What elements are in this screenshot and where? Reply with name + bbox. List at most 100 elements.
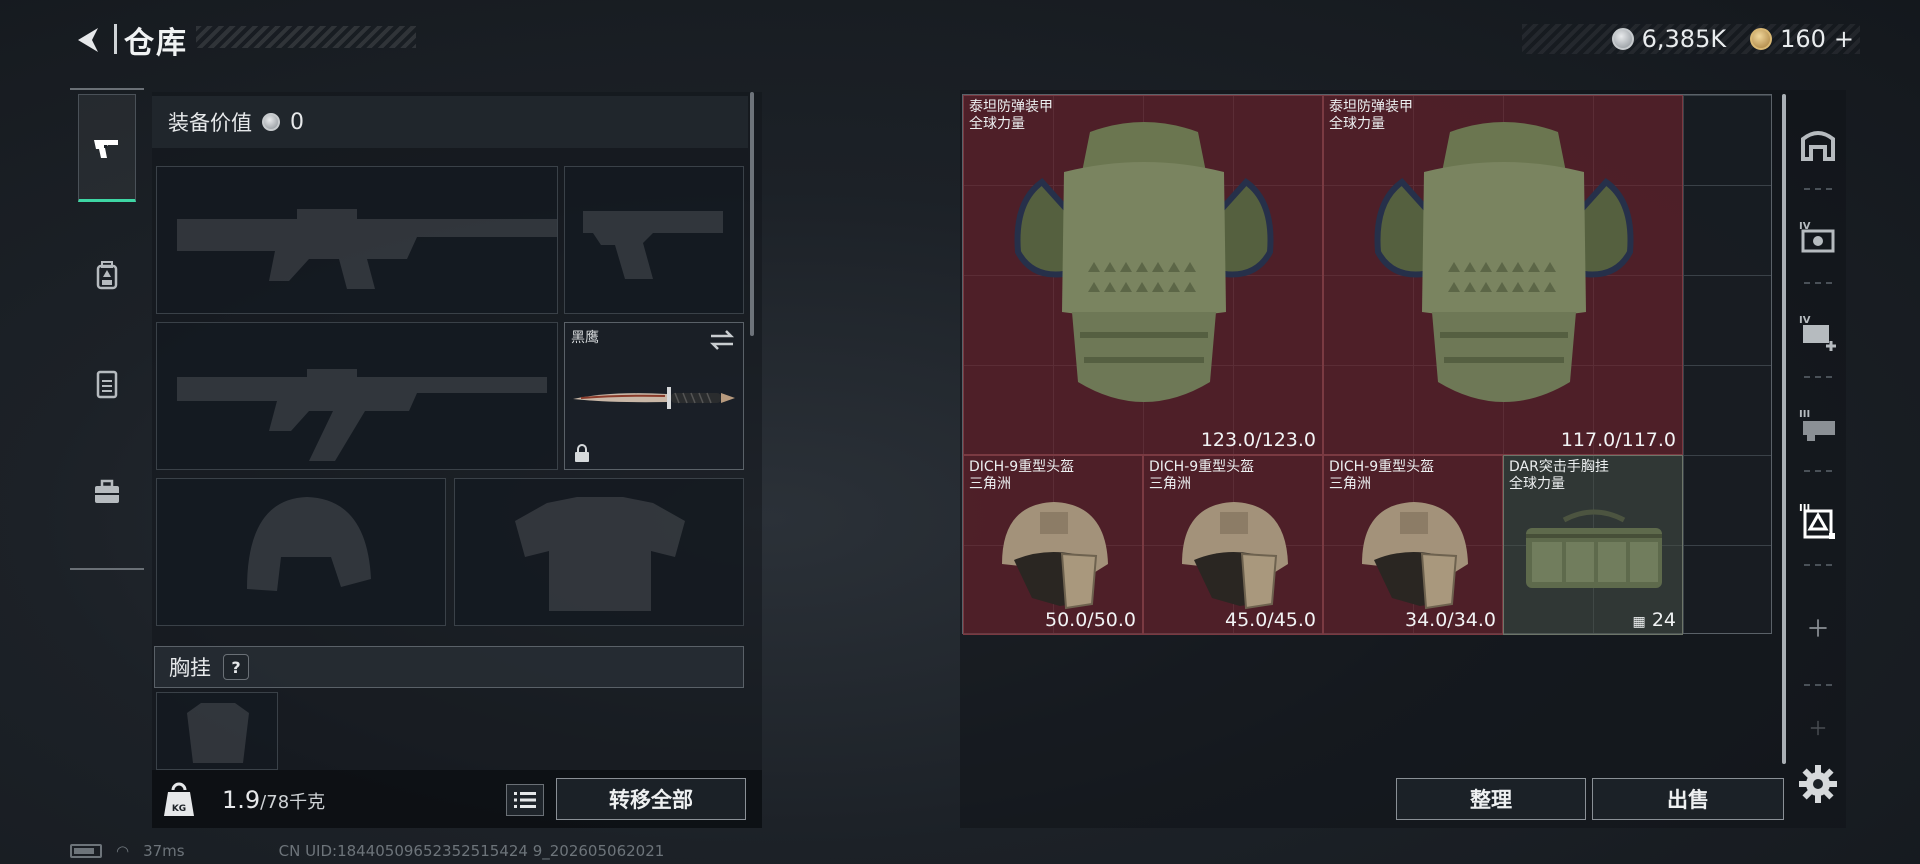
vest-icon xyxy=(96,370,118,399)
stash-grid: 泰坦防弹装甲 全球力量 123.0/123.0 泰坦防弹装甲 全球力量 117.… xyxy=(962,94,1772,635)
stash-page-tabs: IV IV III III xyxy=(1790,100,1846,780)
stash-item-helmet-2[interactable]: DICH-9重型头盔 三角洲 45.0/45.0 xyxy=(1143,455,1323,635)
tab-weapons[interactable] xyxy=(78,94,136,202)
uid-text: CN UID:18440509652352515424 9_2026050620… xyxy=(278,842,665,860)
secondary-weapon-slot[interactable] xyxy=(156,322,558,470)
stash-scrollbar[interactable] xyxy=(1782,94,1786,764)
add-stash-page-button[interactable] xyxy=(1790,600,1846,656)
knife-image xyxy=(573,387,735,409)
lock-icon xyxy=(575,444,589,462)
item-name: DICH-9重型头盔 三角洲 xyxy=(1329,459,1435,492)
stash-item-chest-rig[interactable]: DAR突击手胸挂 全球力量 ▦ 24 xyxy=(1503,455,1683,635)
add-gold-button[interactable]: + xyxy=(1834,25,1854,53)
storage-icon xyxy=(1801,131,1835,161)
svg-text:KG: KG xyxy=(172,804,186,814)
tab-case[interactable] xyxy=(78,438,136,546)
primary-weapon-slot[interactable] xyxy=(156,166,558,314)
item-name: DAR突击手胸挂 全球力量 xyxy=(1509,459,1609,492)
swap-icon[interactable] xyxy=(709,329,735,351)
list-icon xyxy=(514,792,536,808)
svg-text:III: III xyxy=(1799,409,1810,420)
stash-tab-iii[interactable]: III xyxy=(1790,398,1846,454)
sort-button[interactable]: 整理 xyxy=(1396,778,1586,820)
item-durability: 45.0/45.0 xyxy=(1224,609,1316,631)
stash-tab-all[interactable] xyxy=(1790,116,1846,172)
sidearm-slot[interactable] xyxy=(564,166,744,314)
item-durability: 34.0/34.0 xyxy=(1404,609,1496,631)
weight-max: /78千克 xyxy=(260,792,326,813)
capacity-icon: ▦ xyxy=(1632,614,1646,630)
back-icon[interactable] xyxy=(70,22,106,58)
pistol-silhouette-icon xyxy=(583,211,723,279)
rifle-silhouette-icon xyxy=(177,369,547,461)
add-stash-page-button-2[interactable] xyxy=(1790,700,1846,756)
gold-amount: 160 xyxy=(1780,25,1826,53)
stash-tab-iv-2[interactable]: IV xyxy=(1790,304,1846,360)
battery-icon xyxy=(70,844,102,858)
gold-coin-icon xyxy=(1750,28,1773,50)
helmet-image xyxy=(1002,502,1108,610)
status-bar: ◠ 37ms CN UID:18440509652352515424 9_202… xyxy=(70,842,664,860)
item-name: DICH-9重型头盔 三角洲 xyxy=(969,459,1075,492)
melee-name: 黑鹰 xyxy=(571,330,599,346)
gold-currency[interactable]: 160 + xyxy=(1750,25,1854,53)
pistol-icon xyxy=(94,140,118,158)
wifi-icon: ◠ xyxy=(116,842,130,860)
category-tabs xyxy=(70,88,144,570)
item-durability: 50.0/50.0 xyxy=(1044,609,1136,631)
stash-item-armor-2[interactable]: 泰坦防弹装甲 全球力量 117.0/117.0 xyxy=(1323,95,1683,455)
silver-amount: 6,385K xyxy=(1641,25,1727,53)
backpack-icon xyxy=(96,261,118,290)
chest-rig-label: 胸挂 xyxy=(169,656,211,680)
title-decoration xyxy=(196,26,416,48)
help-button[interactable]: ? xyxy=(223,654,249,680)
equipment-value-row: 装备价值 0 xyxy=(152,96,748,148)
item-durability: 117.0/117.0 xyxy=(1560,429,1676,451)
silver-coin-icon xyxy=(262,113,280,131)
chest-rig-silhouette-icon xyxy=(187,703,249,763)
armor-silhouette-icon xyxy=(515,497,685,611)
tab-backpack[interactable] xyxy=(78,222,136,330)
helmet-image xyxy=(1362,502,1468,610)
chest-rig-header: 胸挂 ? xyxy=(154,646,744,688)
gear-icon[interactable] xyxy=(1796,762,1840,806)
weight-icon: KG xyxy=(164,782,194,816)
chest-rig-image xyxy=(1526,509,1662,588)
sell-button[interactable]: 出售 xyxy=(1592,778,1784,820)
armor-slot[interactable] xyxy=(454,478,744,626)
toolbox-icon xyxy=(95,479,119,503)
chest-rig-slot[interactable] xyxy=(156,692,278,770)
list-view-button[interactable] xyxy=(506,784,544,816)
svg-text:IV: IV xyxy=(1799,315,1811,326)
currency-bar: 6,385K 160 + xyxy=(1522,24,1860,54)
item-name: DICH-9重型头盔 三角洲 xyxy=(1149,459,1255,492)
body-armor-image xyxy=(1014,122,1274,402)
transfer-all-button[interactable]: 转移全部 xyxy=(556,778,746,820)
container-iv-add-icon: IV xyxy=(1799,315,1836,351)
container-active-icon: III xyxy=(1799,503,1835,539)
page-title: 仓库 xyxy=(124,26,188,61)
ping-readout: 37ms xyxy=(143,842,185,860)
tab-vest[interactable] xyxy=(78,330,136,438)
header-divider xyxy=(114,24,117,54)
item-durability: 123.0/123.0 xyxy=(1200,429,1316,451)
body-armor-image xyxy=(1374,122,1634,402)
stash-item-helmet-3[interactable]: DICH-9重型头盔 三角洲 34.0/34.0 xyxy=(1323,455,1503,635)
helmet-slot[interactable] xyxy=(156,478,446,626)
silver-coin-icon xyxy=(1611,28,1634,50)
weight-current: 1.9 xyxy=(222,786,261,814)
weight-readout: 1.9/78千克 xyxy=(222,786,325,814)
stash-tab-active[interactable]: III xyxy=(1790,492,1846,548)
stash-tab-iv-1[interactable]: IV xyxy=(1790,210,1846,266)
melee-slot[interactable]: 黑鹰 xyxy=(564,322,744,470)
equipment-value-amount: 0 xyxy=(290,109,304,135)
equipment-value-label: 装备价值 xyxy=(168,111,252,135)
stash-item-helmet-1[interactable]: DICH-9重型头盔 三角洲 50.0/50.0 xyxy=(963,455,1143,635)
plus-icon xyxy=(1809,619,1827,637)
rifle-silhouette-icon xyxy=(177,209,557,289)
container-iii-icon: III xyxy=(1799,409,1835,441)
stash-item-armor-1[interactable]: 泰坦防弹装甲 全球力量 123.0/123.0 xyxy=(963,95,1323,455)
silver-currency[interactable]: 6,385K xyxy=(1611,25,1727,53)
loadout-scrollbar[interactable] xyxy=(750,92,754,336)
item-capacity: ▦ 24 xyxy=(1632,609,1676,631)
